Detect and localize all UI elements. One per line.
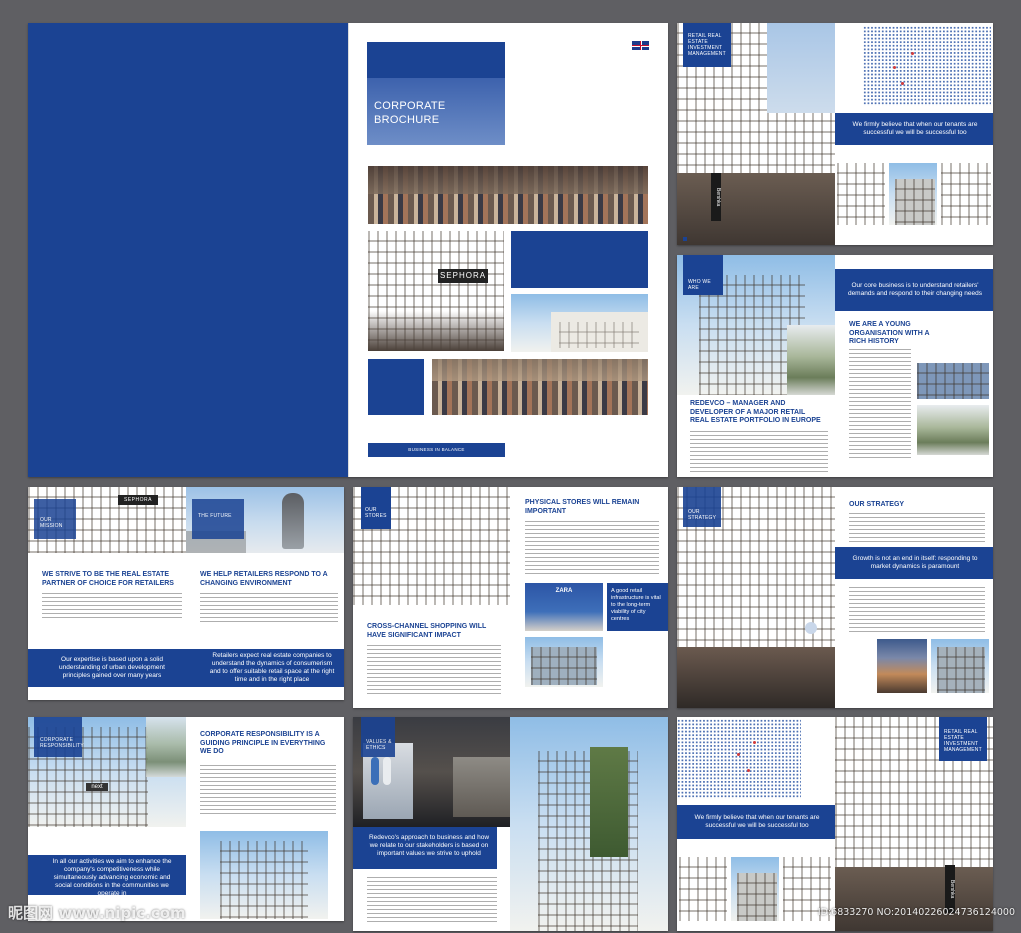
tag-box-right: THE FUTURE — [192, 499, 244, 539]
quote-bar: In all our activities we aim to enhance … — [28, 855, 186, 897]
watermark-left: 昵图网 www.nipic.com — [8, 904, 186, 922]
thumb-2 — [889, 163, 937, 225]
spread-cover: CORPORATE BROCHURE SEPHORA BUSINESS IN B… — [28, 23, 668, 477]
spread-investment-top: Bershka RETAIL REAL ESTATE INVESTMENT MA… — [677, 23, 993, 245]
section-tag: OUR STRATEGY — [688, 509, 717, 521]
quote-text: We firmly believe that when our tenants … — [852, 121, 978, 136]
photo-green-facade — [510, 717, 668, 931]
watermark-right: ID:6833270 NO:20140226024736124000 — [817, 907, 1015, 918]
store-sign: next — [86, 783, 108, 791]
thumb-street — [917, 405, 989, 455]
body-text-left — [42, 593, 182, 621]
thumb-modern-building — [931, 639, 989, 693]
section-tag: WHO WE ARE — [688, 279, 711, 291]
quote-bar: We firmly believe that when our tenants … — [677, 805, 835, 839]
cover-photo-shoppers — [432, 359, 648, 415]
heading-responsibility: CORPORATE RESPONSIBILITY IS A GUIDING PR… — [200, 731, 326, 755]
body-text — [849, 513, 985, 543]
spread-mission-future: SEPHORA OUR MISSION THE FUTURE WE STRIVE… — [28, 487, 344, 700]
spread-who-we-are: WHO WE ARE REDEVCO – MANAGER AND DEVELOP… — [677, 255, 993, 477]
quote-left: Our expertise is based upon a solid unde… — [59, 656, 165, 679]
cover-spine — [348, 23, 349, 477]
tag-box: RETAIL REAL ESTATE INVESTMENT MANAGEMENT — [939, 717, 987, 761]
section-tag-right: THE FUTURE — [198, 513, 232, 519]
quote-text: Our core business is to understand retai… — [847, 282, 983, 297]
body-text-right — [200, 593, 338, 625]
europe-dot-map — [863, 26, 991, 106]
heading-changing-environment: WE HELP RETAILERS RESPOND TO A CHANGING … — [200, 571, 328, 587]
quote-bar: Our core business is to understand retai… — [835, 269, 993, 311]
thumb-modern — [917, 363, 989, 399]
section-tag: CORPORATE RESPONSIBILITY — [40, 737, 84, 749]
spread-corporate-responsibility: next CORPORATE RESPONSIBILITY In all our… — [28, 717, 344, 921]
tag-box-left: OUR MISSION — [34, 499, 76, 539]
heading-strategy: OUR STRATEGY — [849, 501, 905, 508]
store-sign: ZARA — [555, 588, 573, 594]
cover-photo-sephora: SEPHORA — [368, 231, 504, 351]
spread-values: VALUES & ETHICS Redevco's approach to bu… — [353, 717, 668, 931]
tag-box: WHO WE ARE — [683, 255, 723, 295]
tag-box: OUR STORES — [361, 487, 391, 529]
body-text — [200, 765, 336, 817]
cover-photo-street — [368, 166, 648, 224]
body-text — [690, 431, 828, 473]
quote-text: Growth is not an end in itself: respondi… — [852, 555, 978, 570]
quote-text: Redevco's approach to business and how w… — [368, 834, 490, 857]
section-tag: RETAIL REAL ESTATE INVESTMENT MANAGEMENT — [944, 729, 982, 753]
body-text-right — [849, 349, 911, 459]
flag-icon — [632, 41, 649, 50]
quote-text: We firmly believe that when our tenants … — [694, 814, 820, 829]
tag-box: RETAIL REAL ESTATE INVESTMENT MANAGEMENT — [683, 23, 731, 67]
spread-our-strategy: OUR STRATEGY OUR STRATEGY Growth is not … — [677, 487, 993, 708]
body-text — [367, 877, 497, 925]
cover-blue-block — [511, 231, 648, 288]
heading-young-organisation: WE ARE A YOUNG ORGANISATION WITH A RICH … — [849, 321, 930, 345]
quote-box: A good retail infrastructure is vital to… — [607, 583, 668, 631]
tag-box: OUR STRATEGY — [683, 487, 721, 527]
thumb-3 — [941, 163, 991, 225]
cover-title: CORPORATE BROCHURE — [374, 100, 446, 126]
body-text-left — [367, 645, 501, 695]
photo-shopping-mall — [525, 637, 603, 687]
quote-text: A good retail infrastructure is vital to… — [611, 588, 661, 622]
spread-our-stores: OUR STORES CROSS-CHANNEL SHOPPING WILL H… — [353, 487, 668, 708]
section-tag: RETAIL REAL ESTATE INVESTMENT MANAGEMENT — [688, 33, 726, 57]
quote-text: In all our activities we aim to enhance … — [52, 858, 172, 897]
cover-tagline: BUSINESS IN BALANCE — [408, 447, 465, 452]
photo-zara: ZARA — [525, 583, 603, 631]
thumb-1 — [679, 857, 727, 921]
quote-bar: Redevco's approach to business and how w… — [353, 827, 497, 869]
store-sign: SEPHORA — [438, 269, 488, 283]
heading-cross-channel: CROSS-CHANNEL SHOPPING WILL HAVE SIGNIFI… — [367, 623, 487, 639]
heading-partner-of-choice: WE STRIVE TO BE THE REAL ESTATE PARTNER … — [42, 571, 174, 587]
thumb-night-street — [877, 639, 927, 693]
section-tag-left: OUR MISSION — [40, 517, 63, 529]
back-cover — [28, 23, 348, 477]
store-sign: Bershka — [711, 173, 721, 221]
section-tag: VALUES & ETHICS — [366, 739, 392, 751]
thumb-1 — [837, 163, 885, 225]
heading-physical-stores: PHYSICAL STORES WILL REMAIN IMPORTANT — [525, 499, 640, 515]
europe-dot-map — [677, 719, 801, 799]
store-sign: SEPHORA — [118, 495, 158, 505]
page-marker — [683, 237, 687, 241]
tag-box: VALUES & ETHICS — [361, 717, 395, 757]
quote-bar: We firmly believe that when our tenants … — [835, 113, 993, 145]
heading-redevco: REDEVCO – MANAGER AND DEVELOPER OF A MAJ… — [690, 400, 821, 424]
quote-right: Retailers expect real estate companies t… — [209, 652, 335, 683]
cover-title-box: CORPORATE BROCHURE — [367, 42, 505, 145]
quote-bar: Growth is not an end in itself: respondi… — [835, 547, 993, 579]
body-text-lower — [849, 587, 985, 633]
tag-box: CORPORATE RESPONSIBILITY — [34, 717, 84, 757]
cover-small-blue-block — [368, 359, 424, 415]
cover-tagline-bar: BUSINESS IN BALANCE — [368, 443, 505, 457]
spread-investment-bottom: We firmly believe that when our tenants … — [677, 717, 993, 931]
cover-photo-facade — [511, 294, 648, 352]
body-text-right — [525, 521, 659, 575]
quote-bar: Our expertise is based upon a solid unde… — [28, 649, 344, 687]
section-tag: OUR STORES — [365, 507, 387, 519]
